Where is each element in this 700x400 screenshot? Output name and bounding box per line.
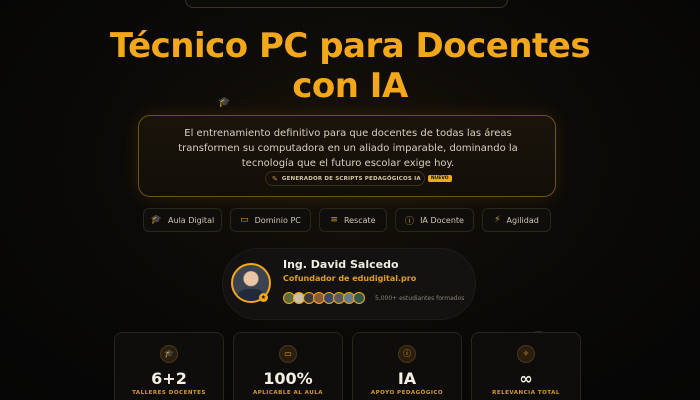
nav-dominio-pc[interactable]: ▭ Dominio PC — [230, 208, 311, 232]
top-header-bar — [185, 0, 508, 8]
laptop-icon: ▭ — [279, 345, 297, 363]
stat-value: IA — [397, 369, 417, 388]
promo-label: GENERADOR DE SCRIPTS PEDAGÓGICOS IA — [281, 175, 421, 182]
nav-label: IA Docente — [420, 215, 464, 225]
stat-value: 100% — [263, 369, 313, 388]
stat-label: TALLERES DOCENTES — [132, 390, 206, 396]
database-icon: ≡ — [330, 215, 338, 225]
graduation-cap-icon: 🎓 — [160, 345, 178, 363]
description-text: El entrenamiento definitivo para que doc… — [178, 128, 518, 169]
nav-label: Aula Digital — [168, 215, 215, 225]
verified-badge-icon: ★ — [259, 293, 268, 302]
stat-label: APOYO PEDAGÓGICO — [370, 390, 444, 396]
stat-value: 6+2 — [151, 369, 187, 388]
stat-card-relevancia: ✧ ∞ RELEVANCIA TOTAL — [471, 332, 581, 400]
nav-rescate[interactable]: ≡ Rescate — [319, 208, 387, 232]
sparkle-icon: ✧ — [517, 345, 535, 363]
instructor-name: Ing. David Salcedo — [283, 258, 399, 271]
nav-aula-digital[interactable]: 🎓 Aula Digital — [143, 208, 222, 232]
students-count: 5,000+ estudiantes formados — [375, 295, 465, 302]
new-badge: NUEVO — [427, 175, 452, 182]
student-avatars — [283, 292, 365, 304]
page-title: Técnico PC para Docentes con IA — [0, 26, 700, 106]
stat-card-talleres: 🎓 6+2 TALLERES DOCENTES — [114, 332, 224, 400]
info-icon: ⓘ — [398, 345, 416, 363]
nav-label: Rescate — [343, 215, 376, 225]
stat-card-aplicable: ▭ 100% APLICABLE AL AULA — [233, 332, 343, 400]
stat-label: APLICABLE AL AULA — [253, 390, 323, 396]
nav-ia-docente[interactable]: ⓘ IA Docente — [395, 208, 474, 232]
graduation-cap-icon: 🎓 — [150, 215, 163, 225]
stat-label: RELEVANCIA TOTAL — [492, 390, 560, 396]
promo-pill[interactable]: ✎ GENERADOR DE SCRIPTS PEDAGÓGICOS IA NU… — [265, 171, 452, 186]
laptop-icon: ▭ — [240, 215, 249, 225]
stat-card-ia: ⓘ IA APOYO PEDAGÓGICO — [352, 332, 462, 400]
instructor-role: Cofundador de edudigital.pro — [283, 274, 417, 283]
nav-agilidad[interactable]: ⚡ Agilidad — [482, 208, 551, 232]
lightning-icon: ⚡ — [494, 215, 501, 225]
title-line-2: con IA — [292, 66, 408, 106]
nav-label: Dominio PC — [254, 215, 301, 225]
student-avatar — [353, 292, 365, 304]
nav-label: Agilidad — [506, 215, 539, 225]
instructor-card: ★ Ing. David Salcedo Cofundador de edudi… — [222, 248, 476, 320]
wand-icon: ✎ — [272, 174, 278, 183]
stat-value: ∞ — [519, 369, 533, 388]
info-icon: ⓘ — [405, 216, 415, 227]
title-line-1: Técnico PC para Docentes — [109, 26, 591, 66]
